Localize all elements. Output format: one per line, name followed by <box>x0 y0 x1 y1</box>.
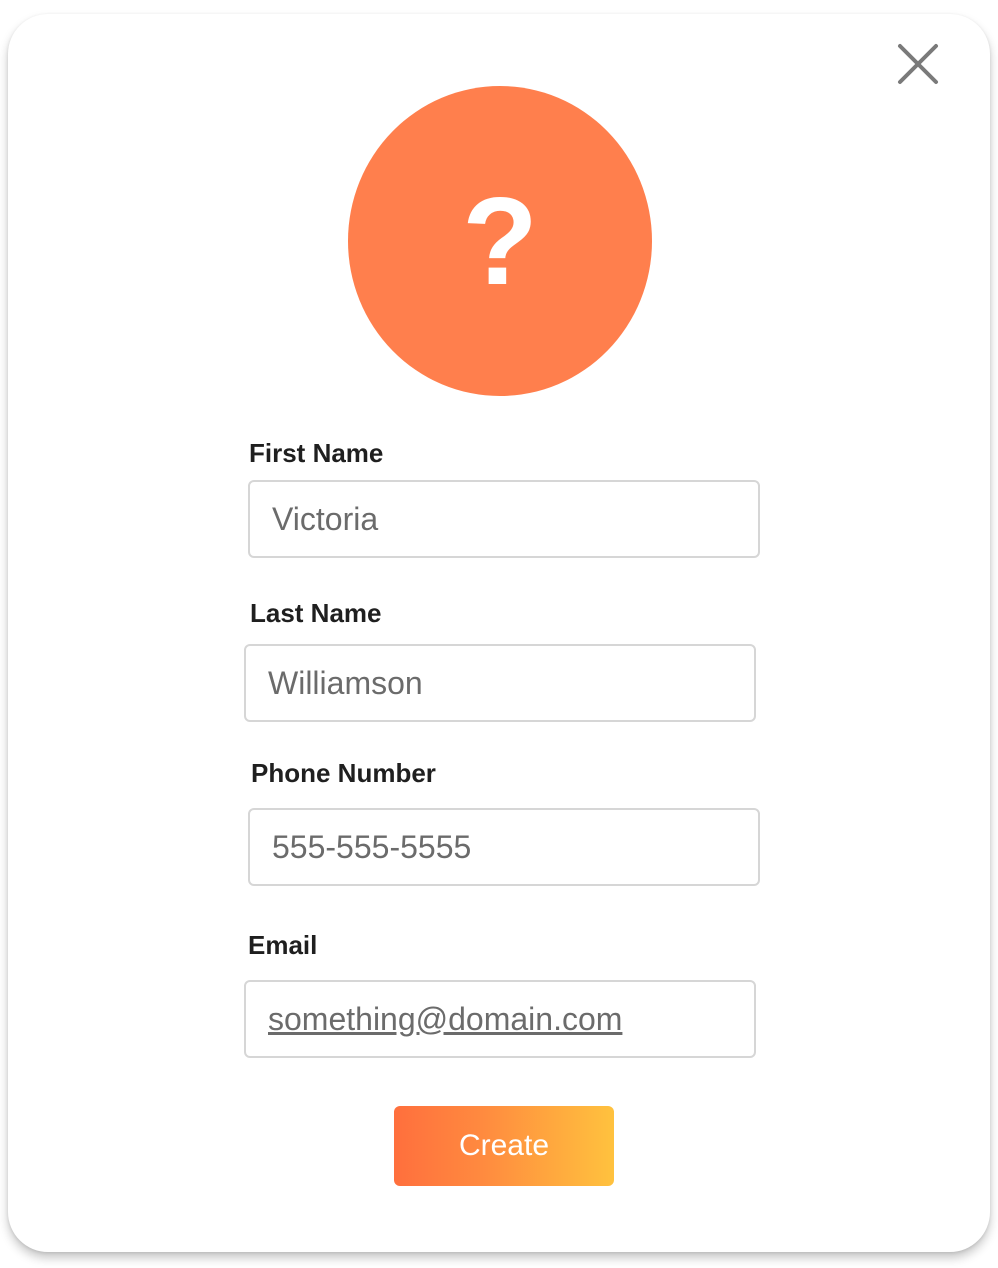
last-name-input[interactable] <box>246 646 754 720</box>
phone-number-input[interactable] <box>250 810 758 884</box>
last-name-label: Last Name <box>250 598 382 628</box>
close-icon <box>898 44 938 84</box>
phone-number-field-container <box>248 808 760 886</box>
email-label: Email <box>248 930 318 960</box>
first-name-label: First Name <box>249 438 384 468</box>
avatar-placeholder[interactable]: ? <box>348 86 652 396</box>
close-button[interactable] <box>892 42 944 90</box>
email-field-container <box>244 980 756 1058</box>
create-button[interactable]: Create <box>394 1106 614 1186</box>
first-name-input[interactable] <box>250 482 758 556</box>
last-name-field-container <box>244 644 756 722</box>
question-mark-icon: ? <box>462 173 538 311</box>
first-name-field-container <box>248 480 760 558</box>
create-contact-dialog: ? First Name Last Name Phone Number Emai… <box>8 14 990 1252</box>
email-input[interactable] <box>246 982 754 1056</box>
phone-number-label: Phone Number <box>251 758 436 788</box>
